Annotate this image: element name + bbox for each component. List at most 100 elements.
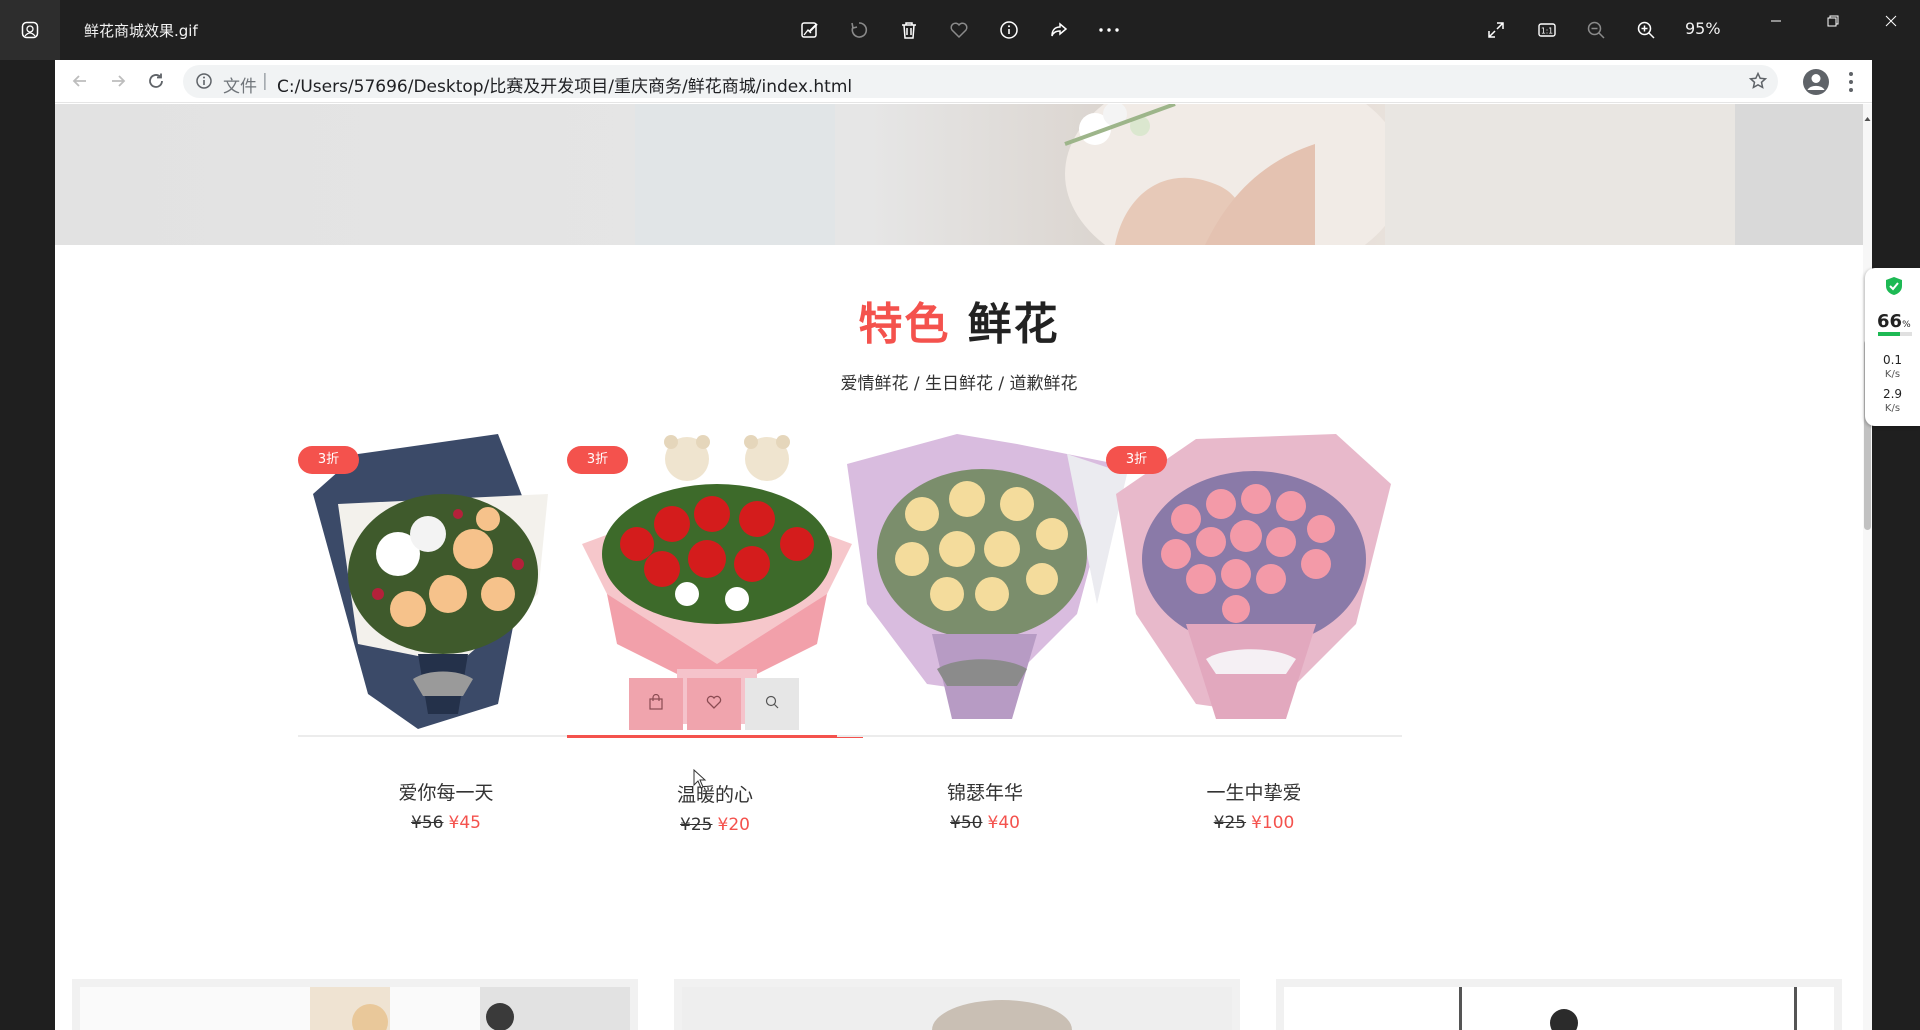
svg-text:1:1: 1:1: [1541, 27, 1553, 36]
bookmark-star-icon[interactable]: [1748, 71, 1768, 95]
flower: [694, 496, 730, 532]
memory-usage-percent: 66%: [1877, 311, 1911, 332]
card-divider-active: [567, 735, 863, 738]
flower: [905, 497, 939, 531]
flower: [1171, 504, 1201, 534]
product-name[interactable]: 温暖的心: [567, 780, 863, 807]
mouse-cursor-icon: [693, 768, 707, 789]
product-image[interactable]: [837, 434, 1133, 731]
old-price: ¥25: [1213, 813, 1247, 833]
flower: [453, 529, 493, 569]
url-text[interactable]: C:/Users/57696/Desktop/比赛及开发项目/重庆商务/鲜花商城…: [277, 72, 852, 97]
add-to-favorites-button[interactable]: [687, 678, 741, 730]
flower: [620, 527, 654, 561]
product-card[interactable]: 3折 温暖的心 ¥25 ¥20: [567, 424, 863, 839]
rotate-icon[interactable]: [845, 16, 873, 44]
flower: [949, 481, 985, 517]
flower: [1026, 563, 1058, 595]
close-icon[interactable]: [1878, 10, 1904, 32]
product-hover-actions: [629, 678, 801, 730]
old-price: ¥25: [680, 815, 713, 835]
flower: [984, 531, 1020, 567]
browser-menu-icon[interactable]: [1844, 70, 1858, 94]
product-image[interactable]: 3折: [298, 434, 594, 731]
flower: [1036, 518, 1068, 550]
flower: [644, 551, 680, 587]
memory-usage-bar-fill: [1878, 332, 1901, 336]
reload-icon[interactable]: [143, 68, 169, 94]
flower: [739, 501, 775, 537]
product-name[interactable]: 锦瑟年华: [837, 778, 1133, 805]
share-icon[interactable]: [1045, 16, 1073, 44]
product-price: ¥25 ¥20: [567, 815, 863, 835]
product-image[interactable]: 3折: [1106, 434, 1402, 731]
flower: [1266, 527, 1296, 557]
flower: [1186, 564, 1216, 594]
add-to-cart-button[interactable]: [629, 678, 683, 730]
product-name[interactable]: 爱你每一天: [298, 778, 594, 805]
hero-banner-image: [55, 104, 1863, 245]
web-page: 特色 鲜花 爱情鲜花 / 生日鲜花 / 道歉鲜花 3折 爱你每一天 ¥56 ¥4…: [55, 104, 1863, 1030]
address-bar[interactable]: 文件 | C:/Users/57696/Desktop/比赛及开发项目/重庆商务…: [183, 65, 1778, 98]
edit-image-icon[interactable]: [796, 16, 824, 44]
minimize-icon[interactable]: [1763, 10, 1789, 32]
url-separator: |: [262, 71, 268, 91]
feature-card[interactable]: [72, 979, 638, 1030]
product-card[interactable]: 锦瑟年华 ¥50 ¥40: [837, 424, 1133, 839]
section-subtitle: 爱情鲜花 / 生日鲜花 / 道歉鲜花: [840, 374, 1078, 394]
site-info-icon[interactable]: [195, 72, 213, 94]
discount-badge: 3折: [567, 446, 628, 474]
flower: [1222, 595, 1250, 623]
quick-view-button[interactable]: [745, 678, 799, 730]
network-monitor-widget[interactable]: 66% 0.1 K/s 2.9 K/s: [1865, 268, 1920, 426]
viewer-background-left: [0, 60, 55, 1030]
product-card[interactable]: 3折 爱你每一天 ¥56 ¥45: [298, 424, 594, 839]
flower: [895, 542, 929, 576]
memory-usage-value: 66: [1877, 311, 1903, 332]
photos-app-icon[interactable]: [0, 0, 60, 60]
url-scheme-label: 文件: [223, 77, 257, 97]
profile-avatar-icon[interactable]: [1802, 68, 1830, 96]
security-shield-icon: [1885, 276, 1903, 296]
favorite-icon[interactable]: [945, 16, 973, 44]
viewer-background-right: [1872, 60, 1920, 1030]
flower: [481, 577, 515, 611]
restore-icon[interactable]: [1820, 10, 1846, 32]
download-speed-unit: K/s: [1884, 403, 1901, 414]
flower: [1161, 539, 1191, 569]
actual-size-icon[interactable]: 1:1: [1533, 16, 1561, 44]
product-card[interactable]: 3折 一生中挚爱 ¥25 ¥100: [1106, 424, 1402, 839]
upload-speed: 0.1 K/s: [1865, 354, 1920, 381]
scroll-up-arrow-icon[interactable]: [1864, 108, 1871, 121]
new-price: ¥40: [987, 813, 1020, 833]
feature-card-image: [80, 987, 630, 1030]
zoom-in-icon[interactable]: [1632, 16, 1660, 44]
new-price: ¥20: [717, 815, 750, 835]
feature-card[interactable]: [1276, 979, 1842, 1030]
info-icon[interactable]: [995, 16, 1023, 44]
forward-icon[interactable]: [105, 68, 131, 94]
feature-card[interactable]: [674, 979, 1240, 1030]
browser-window: 文件 | C:/Users/57696/Desktop/比赛及开发项目/重庆商务…: [55, 60, 1872, 1030]
fullscreen-icon[interactable]: [1482, 16, 1510, 44]
old-price: ¥50: [950, 813, 983, 833]
back-icon[interactable]: [67, 68, 93, 94]
flower: [1221, 559, 1251, 589]
section-title-highlight: 特色: [858, 299, 951, 350]
flower: [390, 591, 426, 627]
zoom-level: 95%: [1685, 19, 1721, 38]
browser-address-row: 文件 | C:/Users/57696/Desktop/比赛及开发项目/重庆商务…: [55, 60, 1872, 103]
flower: [688, 540, 726, 578]
section-title: 特色 鲜花: [55, 288, 1863, 352]
product-name[interactable]: 一生中挚爱: [1106, 778, 1402, 805]
flower: [780, 527, 814, 561]
new-price: ¥45: [448, 813, 481, 833]
zoom-out-icon[interactable]: [1582, 16, 1610, 44]
page-scrollbar[interactable]: [1863, 104, 1872, 1030]
product-price: ¥25 ¥100: [1106, 813, 1402, 833]
section-title-rest: 鲜花: [967, 299, 1060, 350]
flower: [975, 577, 1009, 611]
delete-icon[interactable]: [895, 16, 923, 44]
discount-badge: 3折: [1106, 446, 1167, 474]
more-icon[interactable]: [1095, 16, 1123, 44]
